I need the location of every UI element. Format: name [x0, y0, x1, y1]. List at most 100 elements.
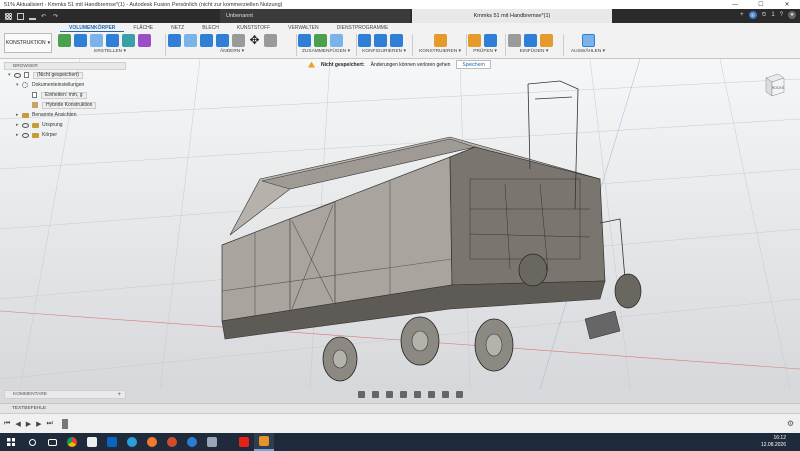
tab-volumenkoerper[interactable]: VOLUMENKÖRPER: [60, 24, 125, 32]
select-icon[interactable]: [581, 33, 595, 47]
browser-header[interactable]: BROWSER: [4, 62, 126, 70]
help-icon[interactable]: ?: [780, 12, 783, 18]
eye-icon[interactable]: [22, 132, 29, 138]
fillet-icon[interactable]: [184, 33, 197, 47]
analysis-icon[interactable]: [484, 33, 497, 47]
text-commands-bar[interactable]: TEXTBEFEHLE: [0, 403, 800, 413]
apps-grid-icon[interactable]: [5, 12, 12, 20]
tree-item-ursprung[interactable]: ▸ Ursprung: [4, 120, 126, 130]
display-settings-icon[interactable]: [427, 390, 435, 398]
tab-flaeche[interactable]: FLÄCHE: [124, 24, 162, 32]
orbit-icon[interactable]: [357, 390, 365, 398]
undo-icon[interactable]: ↶: [41, 13, 48, 20]
group-label[interactable]: EINFÜGEN ▾: [508, 49, 560, 54]
chrome-icon[interactable]: [62, 433, 82, 451]
fusion-icon[interactable]: [254, 433, 274, 451]
workspace-switcher[interactable]: KONSTRUKTION ▾: [4, 33, 52, 53]
redo-icon[interactable]: ↷: [53, 13, 60, 20]
mcmaster-icon[interactable]: [540, 33, 553, 47]
browser-app-icon[interactable]: [162, 433, 182, 451]
save-icon[interactable]: [29, 13, 36, 20]
tree-item-einheiten[interactable]: Einheiten: mm, g: [4, 90, 126, 100]
group-label[interactable]: ERSTELLEN ▾: [58, 49, 162, 54]
add-tab-button[interactable]: +: [740, 12, 744, 18]
viewports-icon[interactable]: [455, 390, 463, 398]
group-label[interactable]: ÄNDERN ▾: [168, 49, 296, 54]
group-label[interactable]: KONFIGURIEREN ▾: [358, 49, 410, 54]
grid-settings-icon[interactable]: [441, 390, 449, 398]
group-label[interactable]: ZUSAMMENFÜGEN ▾: [298, 49, 354, 54]
new-component-icon[interactable]: [298, 33, 311, 47]
joint-icon[interactable]: [314, 33, 327, 47]
hole-icon[interactable]: [106, 33, 119, 47]
outlook-icon[interactable]: [102, 433, 122, 451]
parameters-icon[interactable]: [374, 33, 387, 47]
move-icon[interactable]: ✥: [248, 33, 261, 47]
sketch-icon[interactable]: [58, 33, 71, 47]
decal-icon[interactable]: [524, 33, 537, 47]
gear-icon[interactable]: ⚙: [787, 419, 794, 428]
tab-kmmks[interactable]: Kmmks 51 mit Handbremse*(1): [412, 9, 612, 23]
eye-icon[interactable]: [14, 72, 21, 78]
comments-panel[interactable]: KOMMENTARE +: [4, 390, 126, 399]
add-comment-button[interactable]: +: [117, 392, 121, 398]
group-label[interactable]: KONSTRUIEREN ▾: [416, 49, 464, 54]
last-step-icon[interactable]: ⏭: [46, 420, 52, 428]
edge-icon[interactable]: [122, 433, 142, 451]
search-icon[interactable]: [22, 433, 42, 451]
jobs-count[interactable]: 1: [771, 12, 774, 18]
next-step-icon[interactable]: ▶: [36, 420, 41, 428]
avatar[interactable]: ●: [788, 11, 796, 19]
tree-item-koerper[interactable]: ▸ Körper: [4, 130, 126, 140]
form-icon[interactable]: [138, 33, 151, 47]
zoom-icon[interactable]: [399, 390, 407, 398]
combine-icon[interactable]: [232, 33, 245, 47]
tree-root[interactable]: ▾ (Nicht gespeichert): [4, 70, 126, 80]
pan-icon[interactable]: [385, 390, 393, 398]
tab-kunststoff[interactable]: KUNSTSTOFF: [228, 24, 279, 32]
extrude-icon[interactable]: [74, 33, 87, 47]
calculator-icon[interactable]: [82, 433, 102, 451]
file-icon[interactable]: [17, 12, 24, 20]
notifications-icon[interactable]: ⏲: [762, 12, 767, 19]
system-clock[interactable]: 16:12 12.08.2026: [761, 435, 786, 449]
close-button[interactable]: ✕: [774, 0, 800, 9]
chamfer-icon[interactable]: [200, 33, 213, 47]
insert-derive-icon[interactable]: [508, 33, 521, 47]
table-icon[interactable]: [390, 33, 403, 47]
tree-item-hybride-konstruktion[interactable]: Hybride Konstruktion: [4, 100, 126, 110]
fit-icon[interactable]: [413, 390, 421, 398]
tab-verwalten[interactable]: VERWALTEN: [279, 24, 327, 32]
photos-icon[interactable]: [202, 433, 222, 451]
as-built-joint-icon[interactable]: [330, 33, 343, 47]
start-button[interactable]: [0, 433, 22, 451]
prev-step-icon[interactable]: ◀: [15, 420, 20, 428]
look-at-icon[interactable]: [371, 390, 379, 398]
group-label[interactable]: AUSWÄHLEN ▾: [566, 49, 610, 54]
firefox-icon[interactable]: [142, 433, 162, 451]
extensions-icon[interactable]: ⊕: [748, 11, 757, 19]
save-button[interactable]: Speichern: [456, 60, 491, 69]
minimize-button[interactable]: —: [722, 0, 748, 9]
pattern-icon[interactable]: [122, 33, 135, 47]
view-cube[interactable]: RÜCKS: [762, 72, 786, 98]
task-view-icon[interactable]: [42, 433, 62, 451]
first-step-icon[interactable]: ⏮: [4, 420, 10, 428]
maximize-button[interactable]: ☐: [748, 0, 774, 9]
media-app-icon[interactable]: [182, 433, 202, 451]
plane-icon[interactable]: [433, 33, 447, 47]
tab-dienstprogramme[interactable]: DIENSTPROGRAMME: [328, 24, 398, 32]
tab-unbenannt[interactable]: Unbenannt: [220, 9, 410, 23]
tab-blech[interactable]: BLECH: [193, 24, 228, 32]
press-pull-icon[interactable]: [168, 33, 181, 47]
align-icon[interactable]: [264, 33, 277, 47]
eye-icon[interactable]: [22, 122, 29, 128]
timeline-marker[interactable]: [61, 418, 68, 429]
tree-item-dokumenteinstellungen[interactable]: ▾ Dokumenteinstellungen: [4, 80, 126, 90]
tab-netz[interactable]: NETZ: [162, 24, 193, 32]
revolve-icon[interactable]: [90, 33, 103, 47]
youtube-icon[interactable]: [234, 433, 254, 451]
tree-item-benannte-ansichten[interactable]: ▸ Benannte Ansichten: [4, 110, 126, 120]
group-label[interactable]: PRÜFEN ▾: [468, 49, 502, 54]
shell-icon[interactable]: [216, 33, 229, 47]
